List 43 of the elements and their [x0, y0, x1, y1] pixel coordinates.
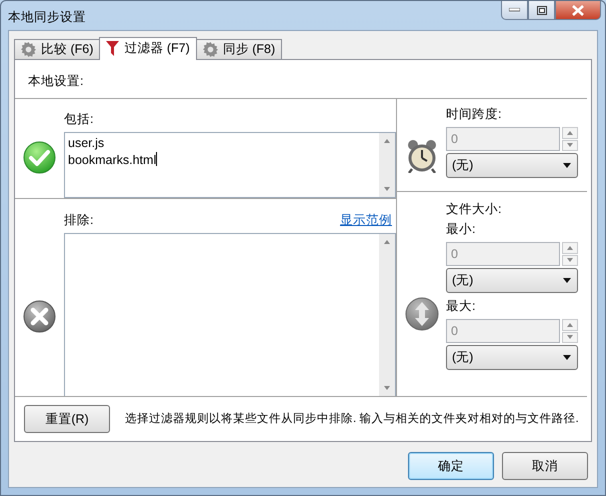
- spin-up-button[interactable]: [562, 127, 578, 138]
- minimize-button[interactable]: [501, 1, 528, 20]
- caret-icon: [563, 278, 571, 283]
- spin-up-button[interactable]: [562, 242, 578, 254]
- checkmark-icon: [23, 141, 56, 174]
- reset-button[interactable]: 重置(R): [24, 405, 110, 433]
- spin-up-button[interactable]: [562, 319, 578, 330]
- filter-icon: [106, 41, 120, 56]
- show-examples-link[interactable]: 显示范例: [340, 211, 392, 230]
- file-size-label: 文件大小:: [446, 201, 502, 218]
- close-icon: [572, 4, 584, 16]
- gear-icon: [202, 42, 218, 57]
- cancel-button[interactable]: 取消: [502, 452, 588, 480]
- spin-down-button[interactable]: [562, 140, 578, 151]
- maximize-icon: [536, 6, 546, 14]
- scroll-up-icon[interactable]: [384, 240, 390, 244]
- gear-icon: [21, 42, 36, 57]
- tab[interactable]: 过滤器 (F7): [99, 37, 197, 60]
- scroll-down-icon[interactable]: [384, 386, 390, 390]
- include-label: 包括:: [64, 110, 94, 128]
- section-title: 本地设置:: [28, 74, 84, 88]
- alarm-clock-icon: [406, 139, 438, 173]
- exclude-label: 排除:: [64, 212, 94, 230]
- tab[interactable]: 同步 (F8): [196, 39, 282, 59]
- cross-icon: [23, 300, 56, 333]
- hint-text: 选择过滤器规则以将某些文件从同步中排除. 输入与相关的文件夹对相对的与文件路径.: [125, 411, 579, 428]
- minimize-icon: [509, 8, 520, 12]
- window-title: 本地同步设置: [8, 9, 86, 26]
- spin-down-button[interactable]: [562, 332, 578, 343]
- include-field[interactable]: user.js bookmarks.html: [64, 132, 396, 198]
- spin-down-button[interactable]: [562, 254, 578, 266]
- close-button[interactable]: [555, 1, 601, 20]
- caret-icon: [563, 163, 571, 168]
- tab[interactable]: 比较 (F6): [14, 39, 100, 59]
- scroll-down-icon[interactable]: [384, 187, 390, 191]
- caret-icon: [563, 355, 571, 360]
- time-span-label: 时间跨度:: [446, 106, 502, 124]
- exclude-field[interactable]: [64, 233, 396, 396]
- min-label: 最小:: [446, 222, 476, 238]
- max-label: 最大:: [446, 298, 476, 316]
- maximize-button[interactable]: [528, 1, 555, 20]
- scroll-up-icon[interactable]: [384, 138, 390, 143]
- ok-button[interactable]: 确定: [408, 452, 494, 480]
